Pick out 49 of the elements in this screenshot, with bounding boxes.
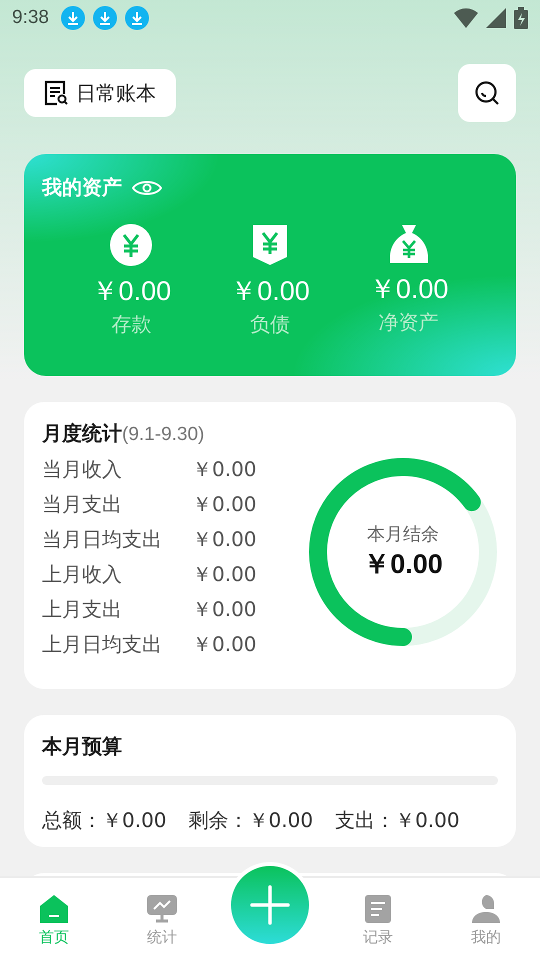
budget-figure: 支出：￥0.00 — [335, 807, 460, 834]
stat-value: ￥0.00 — [192, 631, 258, 658]
card-title: 月度统计 — [42, 420, 122, 447]
asset-label: 负债 — [250, 311, 290, 338]
search-button[interactable] — [458, 64, 516, 122]
stat-value: ￥0.00 — [192, 526, 258, 553]
card-title: 本月预算 — [42, 734, 122, 758]
asset-label: 净资产 — [378, 309, 439, 336]
nav-tab[interactable]: 记录 — [324, 878, 432, 960]
download-icon — [92, 6, 117, 30]
assets-title: 我的资产 — [42, 174, 122, 201]
asset-amount: ￥0.00 — [92, 275, 172, 308]
stat-label: 当月支出 — [42, 491, 123, 518]
stat-label: 上月收入 — [42, 561, 123, 588]
nav-tab[interactable]: 统计 — [108, 878, 216, 960]
battery-icon — [514, 7, 528, 29]
ring-label: 本月结余 — [367, 523, 439, 546]
date-range: (9.1-9.30) — [122, 424, 204, 446]
document-icon — [364, 894, 392, 924]
signal-icon — [486, 8, 506, 28]
asset-label: 存款 — [111, 311, 152, 338]
download-icon — [124, 6, 149, 30]
stat-value: ￥0.00 — [192, 561, 258, 588]
budget-figure: 总额：￥0.00 — [42, 807, 167, 834]
monitor-chart-icon — [146, 894, 178, 924]
home-icon — [39, 894, 69, 924]
money-bag-icon — [388, 223, 430, 265]
stat-value: ￥0.00 — [192, 491, 258, 518]
ledger-search-icon — [44, 80, 68, 106]
stat-label: 当月日均支出 — [42, 526, 163, 553]
stat-label: 上月日均支出 — [42, 631, 163, 658]
budget-figure: 剩余：￥0.00 — [188, 807, 314, 834]
stat-value: ￥0.00 — [192, 456, 258, 483]
wifi-icon — [454, 8, 478, 28]
stat-value: ￥0.00 — [192, 596, 258, 623]
yuan-coin-icon — [109, 223, 154, 267]
account-book-button[interactable]: 日常账本 — [24, 69, 176, 117]
asset-amount: ￥0.00 — [230, 275, 310, 308]
asset-amount: ￥0.00 — [368, 273, 448, 306]
plus-icon — [250, 885, 290, 925]
stat-label: 上月支出 — [42, 596, 123, 623]
status-time: 9:38 — [12, 7, 49, 29]
nav-tab[interactable]: 我的 — [432, 878, 540, 960]
stat-label: 当月收入 — [42, 456, 123, 483]
download-icon — [60, 6, 85, 30]
ring-value: ￥0.00 — [363, 548, 443, 581]
person-icon — [471, 894, 501, 924]
nav-tab[interactable]: 首页 — [0, 878, 108, 960]
search-icon — [474, 80, 500, 106]
